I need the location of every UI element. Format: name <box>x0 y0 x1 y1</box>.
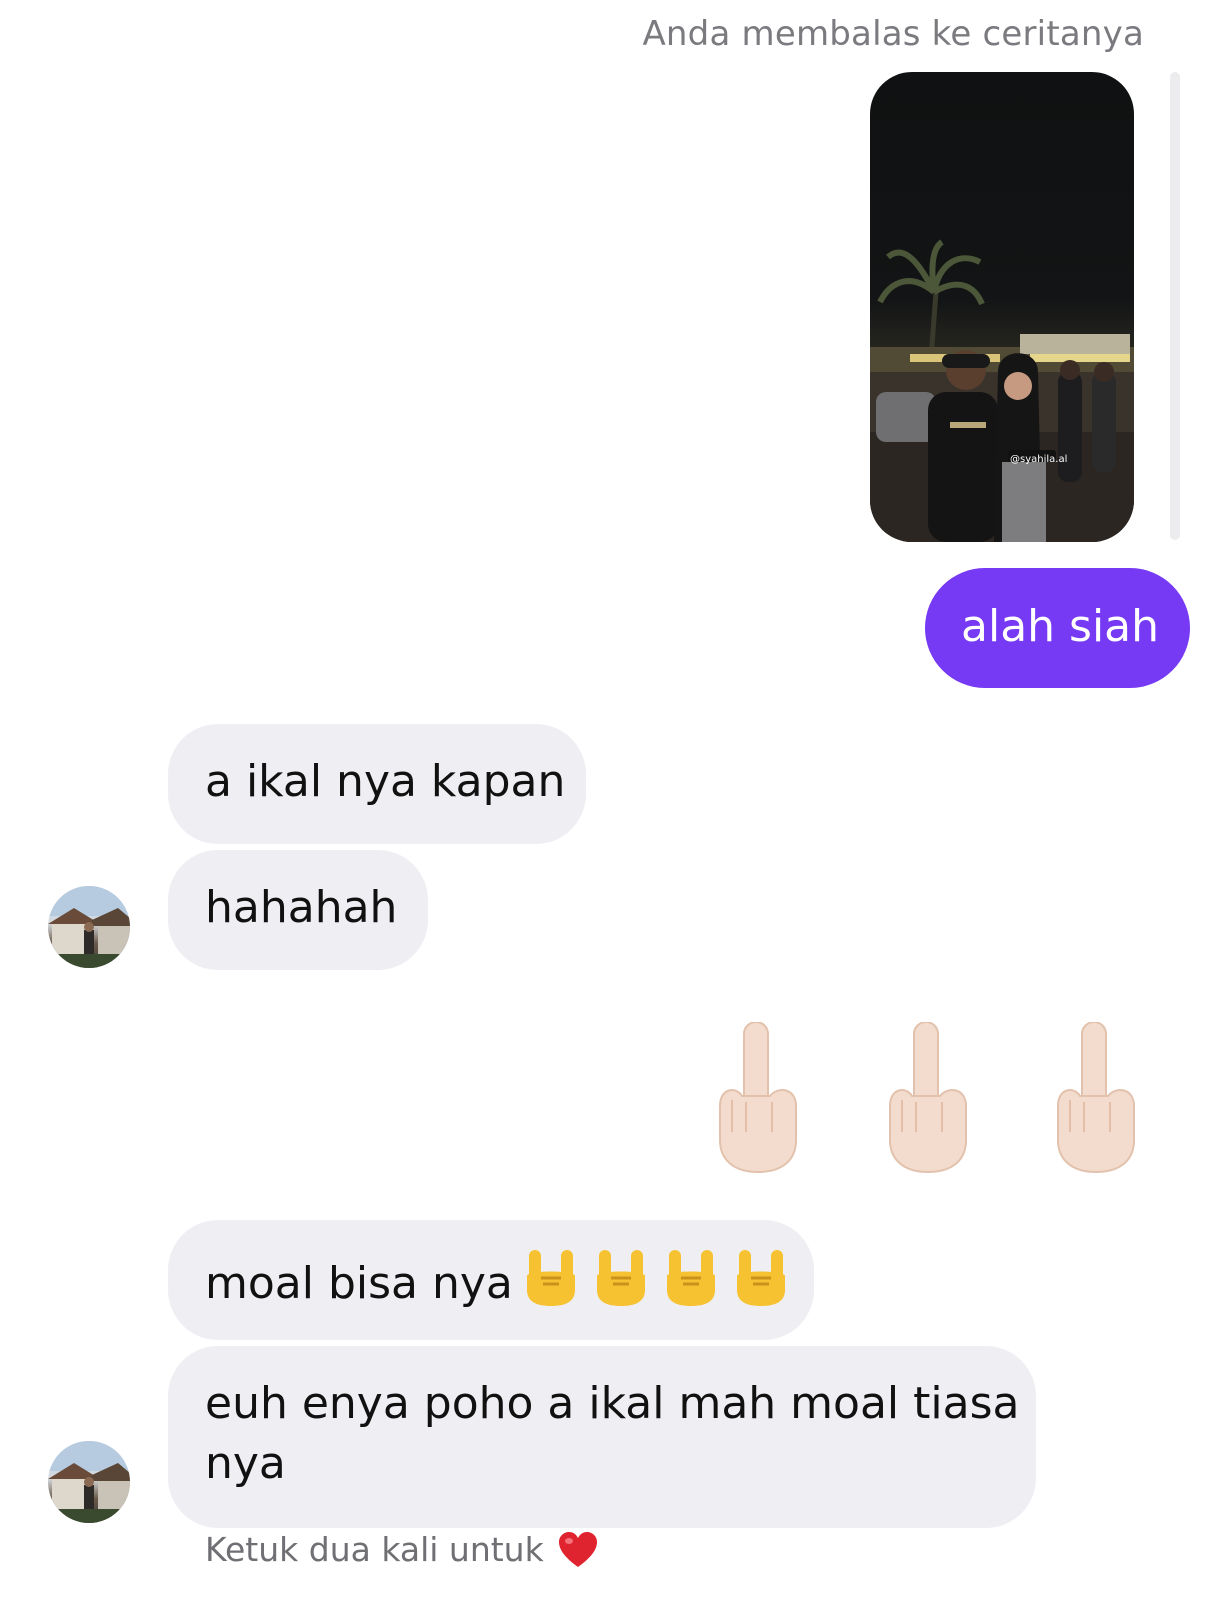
message-text: moal bisa nya <box>205 1258 513 1309</box>
avatar-photo <box>48 886 130 968</box>
story-thumbnail[interactable]: @syahila.al <box>870 72 1134 542</box>
received-message[interactable]: moal bisa nya🤘🤘🤘🤘 <box>168 1220 814 1340</box>
received-message[interactable]: euh enya poho a ikal mah moal tiasa nya <box>168 1346 1036 1528</box>
heart-icon <box>558 1531 598 1569</box>
double-tap-hint: Ketuk dua kali untuk <box>205 1530 598 1569</box>
message-text-line: euh enya poho a ikal mah moal tiasa <box>205 1378 1020 1429</box>
sign-of-horns-emoji-icon <box>663 1248 719 1308</box>
scrollbar[interactable] <box>1170 72 1180 540</box>
received-message[interactable]: a ikal nya kapan <box>168 724 586 844</box>
story-photo <box>870 239 1134 542</box>
sign-of-horns-emoji-icon <box>593 1248 649 1308</box>
sender-avatar[interactable] <box>48 1441 130 1523</box>
double-tap-hint-text: Ketuk dua kali untuk <box>205 1530 544 1569</box>
story-mention-tag: @syahila.al <box>1010 454 1068 465</box>
middle-finger-emoji-icon <box>1057 1022 1135 1174</box>
middle-finger-emoji-icon <box>719 1022 797 1174</box>
sender-avatar[interactable] <box>48 886 130 968</box>
sent-message[interactable]: alah siah <box>925 568 1190 688</box>
avatar-photo <box>48 1441 130 1523</box>
sign-of-horns-emoji-icon <box>523 1248 579 1308</box>
middle-finger-emoji-icon <box>889 1022 967 1174</box>
message-text-line: nya <box>205 1438 286 1489</box>
reply-note: Anda membalas ke ceritanya <box>642 14 1144 54</box>
sign-of-horns-emoji-icon <box>733 1248 789 1308</box>
sent-emoji-message[interactable]: 🖕🏻🖕🏻🖕🏻 <box>714 1022 1144 1174</box>
received-message[interactable]: hahahah <box>168 850 428 970</box>
